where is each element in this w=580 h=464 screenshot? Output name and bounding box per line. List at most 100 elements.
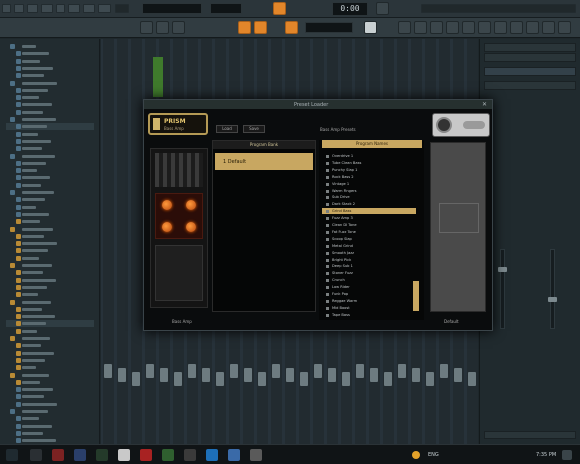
taskbar-search-icon[interactable] bbox=[30, 449, 42, 461]
taskbar-app-icon-8[interactable] bbox=[206, 449, 218, 461]
toolbar-icon-6[interactable] bbox=[478, 21, 491, 34]
amp-knob-1[interactable] bbox=[162, 200, 172, 210]
program-list-item[interactable]: Vintage 1 bbox=[322, 181, 416, 187]
browser-item[interactable] bbox=[6, 72, 94, 79]
browser-item[interactable] bbox=[6, 291, 94, 298]
program-list-item[interactable]: Clean DI Tone bbox=[322, 222, 416, 228]
program-list-item[interactable]: Tube Clean Bass bbox=[322, 160, 416, 166]
mixer-fader[interactable] bbox=[202, 368, 210, 382]
amp-knob-4[interactable] bbox=[186, 222, 196, 232]
browser-item[interactable] bbox=[6, 313, 94, 320]
mixer-fader[interactable] bbox=[426, 372, 434, 386]
browser-item[interactable] bbox=[6, 116, 94, 123]
taskbar-app-icon-6[interactable] bbox=[162, 449, 174, 461]
browser-item[interactable] bbox=[6, 415, 94, 422]
browser-item[interactable] bbox=[6, 109, 94, 116]
white-button[interactable] bbox=[364, 21, 377, 34]
mixer-fader[interactable] bbox=[468, 372, 476, 386]
snap-button[interactable] bbox=[376, 2, 389, 15]
browser-item[interactable] bbox=[6, 43, 94, 50]
toolbar-icon-8[interactable] bbox=[510, 21, 523, 34]
browser-item[interactable] bbox=[6, 160, 94, 167]
taskbar-app-icon-2[interactable] bbox=[74, 449, 86, 461]
browser-item[interactable] bbox=[6, 131, 94, 138]
taskbar-app-icon-7[interactable] bbox=[184, 449, 196, 461]
mixer-fader[interactable] bbox=[356, 364, 364, 378]
toolbar-icon-7[interactable] bbox=[494, 21, 507, 34]
browser-item[interactable] bbox=[6, 94, 94, 101]
mixer-fader[interactable] bbox=[146, 364, 154, 378]
mixer-fader[interactable] bbox=[286, 368, 294, 382]
program-list-item[interactable]: Crunch bbox=[322, 277, 416, 283]
browser-item[interactable] bbox=[6, 306, 94, 313]
browser-item[interactable] bbox=[6, 153, 94, 160]
browser-item[interactable] bbox=[6, 401, 94, 408]
tab-save[interactable]: Save bbox=[243, 125, 265, 133]
stop-button[interactable] bbox=[156, 21, 169, 34]
mixer-fader[interactable] bbox=[174, 372, 182, 386]
close-icon[interactable]: ✕ bbox=[482, 101, 489, 108]
menu-patterns[interactable] bbox=[41, 4, 53, 13]
browser-item[interactable] bbox=[6, 189, 94, 196]
browser-item[interactable] bbox=[6, 277, 94, 284]
browser-item[interactable] bbox=[6, 211, 94, 218]
orange-tool-1[interactable] bbox=[238, 21, 251, 34]
mixer-fader[interactable] bbox=[342, 372, 350, 386]
browser-item[interactable] bbox=[6, 174, 94, 181]
mixer-fader[interactable] bbox=[160, 368, 168, 382]
pattern-selector[interactable] bbox=[305, 22, 353, 33]
menu-edit[interactable] bbox=[14, 4, 24, 13]
song-position-display[interactable] bbox=[142, 3, 202, 14]
taskbar-app-icon-3[interactable] bbox=[96, 449, 108, 461]
browser-item[interactable] bbox=[6, 87, 94, 94]
browser-item[interactable] bbox=[6, 240, 94, 247]
browser-item[interactable] bbox=[6, 430, 94, 437]
taskbar-app-icon-4[interactable] bbox=[118, 449, 130, 461]
program-list-item[interactable]: Tape Bass bbox=[322, 312, 416, 318]
mixer-fader[interactable] bbox=[328, 368, 336, 382]
taskbar-app-icon-10[interactable] bbox=[250, 449, 262, 461]
right-slider-2[interactable] bbox=[550, 249, 555, 329]
browser-item[interactable] bbox=[6, 408, 94, 415]
mixer-fader[interactable] bbox=[118, 368, 126, 382]
toolbar-icon-10[interactable] bbox=[542, 21, 555, 34]
toolbar-icon-11[interactable] bbox=[558, 21, 571, 34]
browser-item[interactable] bbox=[6, 269, 94, 276]
preset-selected-item[interactable]: 1 Default bbox=[215, 153, 313, 170]
program-list-scrollbar[interactable] bbox=[413, 281, 419, 311]
browser-item[interactable] bbox=[6, 379, 94, 386]
browser-item[interactable] bbox=[6, 218, 94, 225]
browser-item[interactable] bbox=[6, 255, 94, 262]
menu-file[interactable] bbox=[2, 4, 11, 13]
orange-tool-2[interactable] bbox=[254, 21, 267, 34]
browser-item[interactable] bbox=[6, 58, 94, 65]
browser-item[interactable] bbox=[6, 138, 94, 145]
mixer-fader[interactable] bbox=[104, 364, 112, 378]
tempo-display[interactable] bbox=[210, 3, 242, 14]
browser-item[interactable] bbox=[6, 167, 94, 174]
mixer-fader[interactable] bbox=[370, 368, 378, 382]
right-slider-2-knob[interactable] bbox=[548, 297, 557, 302]
browser-item[interactable] bbox=[6, 320, 94, 328]
start-icon[interactable] bbox=[6, 449, 18, 461]
browser-item[interactable] bbox=[6, 123, 94, 131]
browser-item[interactable] bbox=[6, 196, 94, 203]
toolbar-icon-5[interactable] bbox=[462, 21, 475, 34]
toggle-switch[interactable] bbox=[463, 121, 485, 129]
amp-knob-3[interactable] bbox=[162, 222, 172, 232]
program-list-item[interactable]: Mid Boost bbox=[322, 305, 416, 311]
play-button[interactable] bbox=[140, 21, 153, 34]
taskbar-app-icon-1[interactable] bbox=[52, 449, 64, 461]
browser-item[interactable] bbox=[6, 145, 94, 152]
tray-fl-icon[interactable] bbox=[412, 451, 420, 459]
menu-view[interactable] bbox=[56, 4, 65, 13]
program-list-item[interactable]: Smooth Jazz bbox=[322, 250, 416, 256]
program-list-item[interactable]: Punchy Slap 1 bbox=[322, 167, 416, 173]
toolbar-icon-4[interactable] bbox=[446, 21, 459, 34]
browser-item[interactable] bbox=[6, 80, 94, 87]
program-list-item[interactable]: Grind Bass bbox=[322, 208, 416, 215]
pattern-mode-button[interactable] bbox=[273, 2, 286, 15]
tab-load[interactable]: Load bbox=[216, 125, 238, 133]
program-list-item[interactable]: Stoner Fuzz bbox=[322, 270, 416, 276]
browser-item[interactable] bbox=[6, 350, 94, 357]
